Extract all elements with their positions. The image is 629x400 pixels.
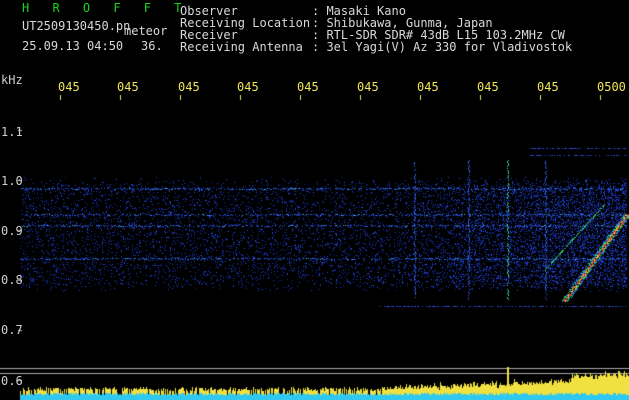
y-tick-label: 0.8 bbox=[1, 273, 23, 287]
app-title: H R O F F T bbox=[22, 1, 190, 15]
y-tick-label: 0.7 bbox=[1, 323, 23, 337]
y-tick-label: 1.1 bbox=[1, 125, 23, 139]
y-axis-unit: kHz bbox=[1, 73, 23, 87]
antenna-value: : 3el Yagi(V) Az 330 for Vladivostok bbox=[312, 40, 573, 54]
file-name: UT2509130450.pn bbox=[22, 19, 131, 33]
x-tick-label: 045 bbox=[178, 80, 200, 94]
antenna-label: Receiving Antenna bbox=[180, 40, 303, 54]
y-tick-label: 0.9 bbox=[1, 224, 23, 238]
x-tick-label: 045 bbox=[417, 80, 439, 94]
y-tick-label: 0.6 bbox=[1, 374, 23, 388]
y-tick-label: 1.0 bbox=[1, 174, 23, 188]
x-tick-label: 045 bbox=[357, 80, 379, 94]
x-tick-label: 045 bbox=[297, 80, 319, 94]
x-tick-label: 0500 bbox=[597, 80, 626, 94]
x-tick-label: 045 bbox=[117, 80, 139, 94]
date-time: 25.09.13 04:50 bbox=[22, 39, 124, 53]
x-tick-label: 045 bbox=[477, 80, 499, 94]
spectrogram-canvas bbox=[0, 0, 629, 400]
hrofft-window: H R O F F T UT2509130450.pn meteor 25.09… bbox=[0, 0, 629, 400]
x-tick-label: 045 bbox=[237, 80, 259, 94]
detection-count: 36. bbox=[141, 39, 163, 53]
x-tick-label: 045 bbox=[58, 80, 80, 94]
x-tick-label: 045 bbox=[537, 80, 559, 94]
file-suffix: meteor bbox=[124, 24, 168, 38]
